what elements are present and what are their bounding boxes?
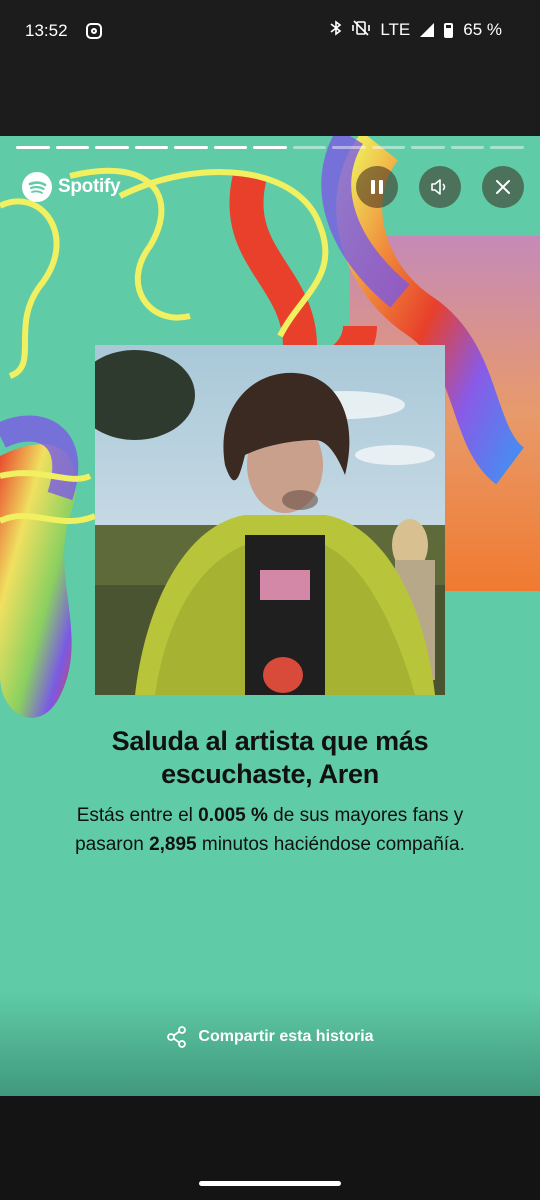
progress-segment [55,146,90,149]
progress-segment [16,146,50,149]
progress-segment [292,146,327,149]
progress-segment [95,146,129,149]
volume-button[interactable] [419,166,461,208]
spotify-wordmark: Spotify [58,176,121,197]
instagram-icon [86,23,102,39]
progress-segment [174,146,208,149]
status-time: 13:52 [25,21,68,40]
bluetooth-icon [330,20,342,40]
pause-icon [371,180,383,194]
artist-photo [95,345,445,695]
pause-button[interactable] [356,166,398,208]
subtitle-text-1: Estás entre el [76,805,199,826]
progress-segment [213,146,248,149]
progress-segment [411,146,445,149]
progress-segment [332,146,366,149]
progress-segment [253,146,287,149]
share-label: Compartir esta historia [198,1028,374,1045]
story-headline: Saluda al artista que más escuchaste, Ar… [111,726,429,789]
status-bar: 13:52 LTE 65 % [0,0,540,64]
story-subtitle: Estás entre el 0.005 % de sus mayores fa… [40,801,500,859]
home-indicator[interactable] [199,1181,341,1186]
progress-segment [490,146,524,149]
signal-icon [420,23,435,37]
battery-icon [444,22,454,38]
spotify-logo-icon [22,172,52,202]
status-icons: LTE 65 % [330,20,502,40]
minutes-count: 2,895 [149,834,197,855]
subtitle-text-3: minutos haciéndose compañía. [196,834,465,855]
close-icon [496,180,510,194]
share-story-button[interactable]: Compartir esta historia [0,1026,540,1048]
network-label: LTE [380,20,411,39]
close-button[interactable] [482,166,524,208]
progress-segment [371,146,406,149]
fan-percent: 0.005 % [198,805,268,826]
volume-icon [431,179,446,195]
story-progress [16,146,524,149]
battery-percent: 65 % [463,20,502,39]
vibrate-off-icon [352,20,371,40]
progress-segment [450,146,485,149]
spotify-brand: Spotify [22,172,121,202]
share-icon [167,1026,187,1048]
progress-segment [134,146,169,149]
story-card[interactable]: Spotify Saluda al artista que más escuch… [0,136,540,1096]
